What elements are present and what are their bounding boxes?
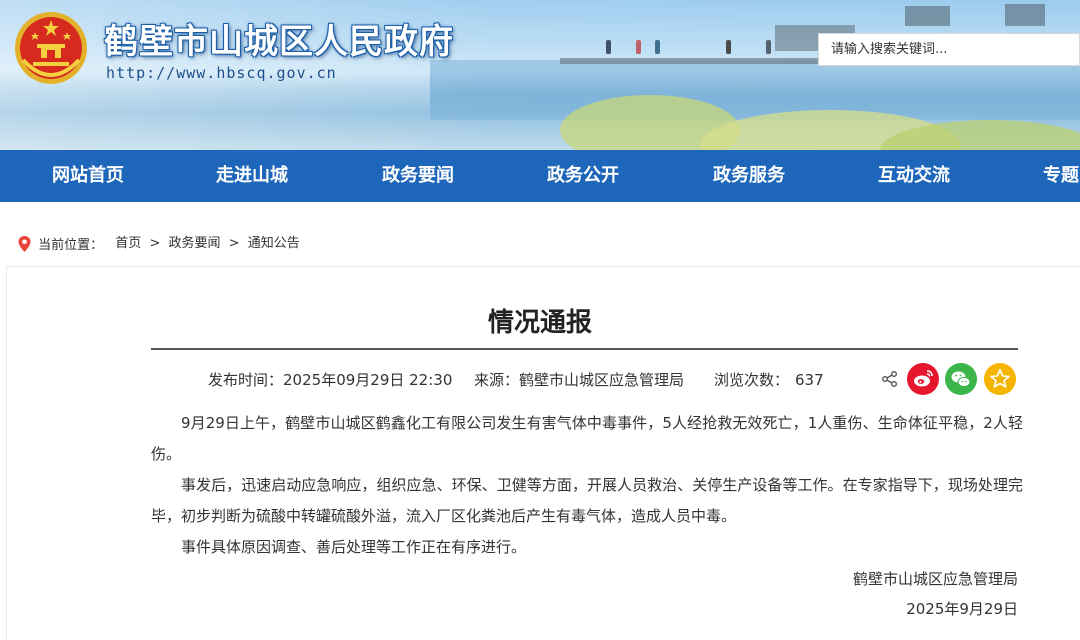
weibo-icon[interactable] [907, 363, 939, 395]
banner-person [606, 40, 611, 54]
main-nav: 网站首页 走进山城 政务要闻 政务公开 政务服务 互动交流 专题 [0, 150, 1080, 202]
article-paragraph: 9月29日上午，鹤壁市山城区鹤鑫化工有限公司发生有害气体中毒事件，5人经抢救无效… [151, 414, 1023, 463]
share-icon[interactable] [881, 370, 899, 388]
banner-person [636, 40, 641, 54]
breadcrumb-news[interactable]: 政务要闻 [169, 236, 221, 251]
nav-item-disclosure[interactable]: 政务公开 [547, 150, 619, 202]
breadcrumb-label: 当前位置： [38, 238, 104, 253]
nav-item-interaction[interactable]: 互动交流 [878, 150, 950, 202]
nav-item-topics[interactable]: 专题 [1043, 150, 1079, 202]
banner-lake [430, 60, 1080, 120]
article-paragraph: 事件具体原因调查、善后处理等工作正在有序进行。 [181, 538, 527, 556]
site-url[interactable]: http://www.hbscq.gov.cn [106, 64, 337, 82]
site-title[interactable]: 鹤壁市山城区人民政府 [104, 14, 454, 63]
nav-item-news[interactable]: 政务要闻 [382, 150, 454, 202]
favorite-star-icon[interactable] [984, 363, 1016, 395]
publish-time: 发布时间：2025年09月29日 22:30 [208, 369, 452, 390]
publish-time-value: 2025年09月29日 22:30 [283, 371, 453, 389]
breadcrumb-notices[interactable]: 通知公告 [248, 236, 300, 251]
breadcrumb-separator: > [228, 236, 240, 251]
article-source: 来源：鹤壁市山城区应急管理局 [474, 369, 684, 390]
article-title: 情况通报 [487, 308, 592, 338]
article-paragraph: 事发后，迅速启动应急响应，组织应急、环保、卫健等方面，开展人员救治、关停生产设备… [151, 476, 1023, 525]
banner-pavilion [905, 6, 950, 26]
nav-item-services[interactable]: 政务服务 [713, 150, 785, 202]
location-pin-icon [18, 235, 31, 252]
article-body: 9月29日上午，鹤壁市山城区鹤鑫化工有限公司发生有害气体中毒事件，5人经抢救无效… [151, 408, 1023, 563]
wechat-icon[interactable] [945, 363, 977, 395]
breadcrumb: 当前位置： 首页 > 政务要闻 > 通知公告 [18, 232, 300, 253]
search-box[interactable] [818, 33, 1080, 66]
view-count: 浏览次数： 637 [714, 369, 824, 390]
source-label: 来源： [474, 371, 520, 389]
article-signature-date: 2025年9月29日 [906, 600, 1018, 618]
source-value: 鹤壁市山城区应急管理局 [519, 371, 685, 389]
nav-item-about[interactable]: 走进山城 [216, 150, 288, 202]
publish-time-label: 发布时间： [208, 371, 284, 389]
article-signature: 鹤壁市山城区应急管理局 [852, 570, 1018, 588]
nav-item-home[interactable]: 网站首页 [52, 150, 124, 202]
banner-person [726, 40, 731, 54]
banner-person [655, 40, 660, 54]
breadcrumb-home[interactable]: 首页 [115, 236, 141, 251]
banner-pavilion [1005, 4, 1045, 26]
views-label: 浏览次数： [714, 371, 790, 389]
banner-person [766, 40, 771, 54]
title-divider [151, 348, 1018, 350]
views-value: 637 [795, 371, 824, 389]
breadcrumb-separator: > [149, 236, 161, 251]
banner-pier [560, 58, 860, 64]
national-emblem-icon [15, 12, 87, 84]
search-input[interactable] [819, 34, 1071, 65]
